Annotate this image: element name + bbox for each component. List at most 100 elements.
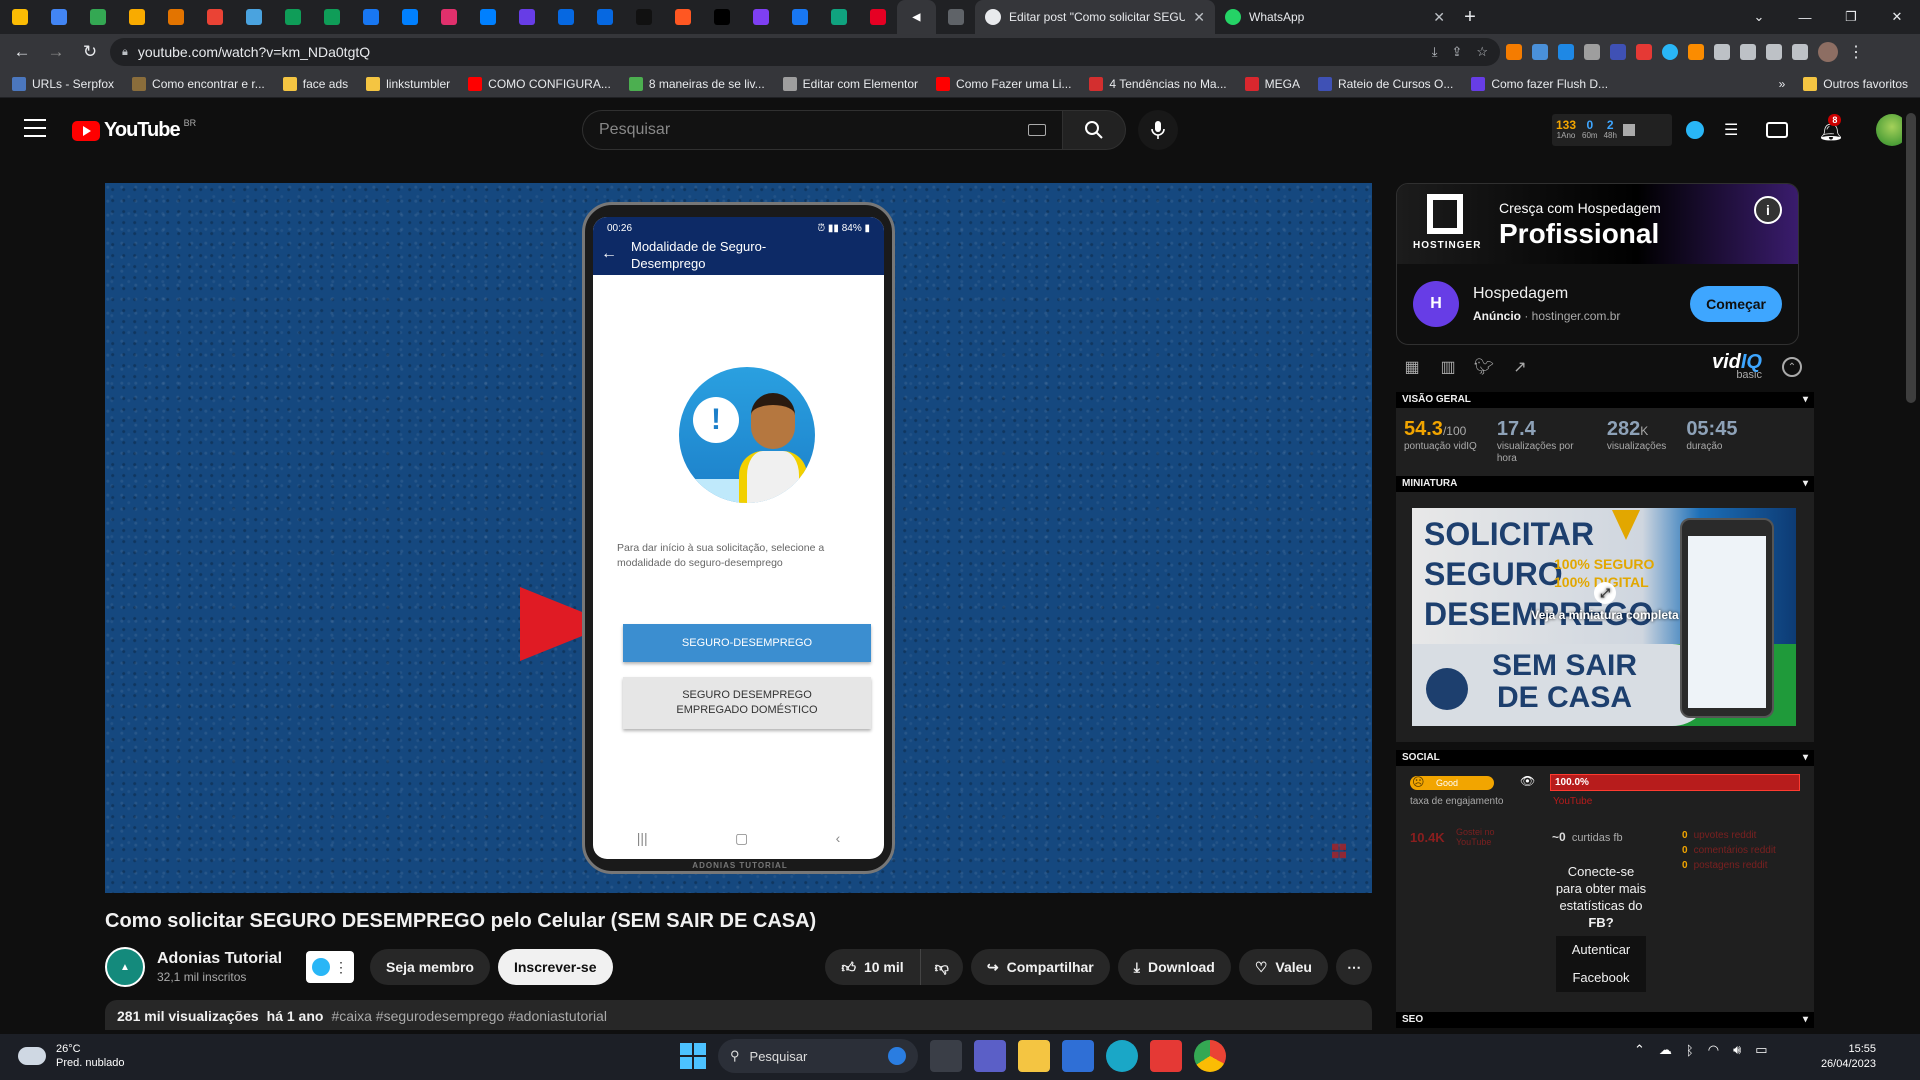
extension-icon[interactable] [1506, 44, 1522, 60]
more-actions-button[interactable]: ⋯ [1336, 949, 1372, 985]
bookmark-item[interactable]: Como encontrar e r... [132, 76, 265, 91]
subscribe-button[interactable]: Inscrever-se [497, 949, 613, 985]
wifi-icon[interactable]: ◠ [1708, 1042, 1719, 1058]
vidiq-extension-icon[interactable] [1662, 44, 1678, 60]
battery-icon[interactable]: ▭ [1755, 1042, 1767, 1058]
bookmark-item[interactable]: MEGA [1244, 76, 1300, 91]
profile-avatar[interactable] [1818, 42, 1838, 62]
notifications-bell[interactable]: 🔔︎ 8 [1818, 113, 1844, 143]
other-bookmarks-folder[interactable]: Outros favoritos [1803, 76, 1908, 91]
teams-icon[interactable] [974, 1040, 1006, 1072]
forward-button[interactable]: → [42, 38, 70, 66]
pinned-tab[interactable] [0, 0, 39, 34]
bookmark-item[interactable]: 4 Tendências no Ma... [1089, 76, 1227, 91]
bookmark-item[interactable]: Rateio de Cursos O... [1317, 76, 1453, 91]
extension-icon[interactable] [1688, 44, 1704, 60]
pinned-tab[interactable] [273, 0, 312, 34]
bookmark-item[interactable]: Editar com Elementor [782, 76, 918, 91]
store-icon[interactable] [1062, 1040, 1094, 1072]
authenticate-facebook-button[interactable]: Autenticar Facebook [1556, 936, 1646, 992]
vidiq-channel-button[interactable]: ⋮ [306, 951, 355, 983]
overview-header[interactable]: VISÃO GERAL ▾ [1396, 392, 1814, 408]
pinned-tab[interactable] [312, 0, 351, 34]
bookmarks-overflow-button[interactable]: » [1779, 77, 1786, 91]
ad-card[interactable]: HOSTINGER Cresça com Hospedagem Profissi… [1396, 183, 1799, 345]
extension-icon[interactable] [1584, 44, 1600, 60]
pinned-tab[interactable] [195, 0, 234, 34]
page-scrollbar[interactable] [1902, 99, 1920, 1034]
hashtags[interactable]: #caixa #segurodesemprego #adoniastutoria… [331, 1008, 607, 1024]
pinned-tab[interactable] [351, 0, 390, 34]
dislike-button[interactable]: 👎︎ [920, 949, 963, 985]
pinned-tab[interactable] [819, 0, 858, 34]
download-button[interactable]: ⤓ Download [1117, 949, 1231, 985]
bar-chart-icon[interactable]: ▥ [1438, 358, 1458, 376]
chrome-icon[interactable] [1194, 1040, 1226, 1072]
grid-icon[interactable]: ▦ [1402, 358, 1422, 376]
menu-icon[interactable]: ⋮ [1848, 42, 1864, 62]
address-bar[interactable]: 🔒︎ youtube.com/watch?v=km_NDa0tgtQ ⤓ ⇪ ☆ [110, 38, 1500, 66]
windows-start-icon[interactable] [680, 1043, 706, 1069]
system-clock[interactable]: 15:55 26/04/2023 [1820, 1042, 1876, 1073]
pinned-tab[interactable] [741, 0, 780, 34]
extension-icon[interactable] [1636, 44, 1652, 60]
pinned-tab[interactable]: ◀ [897, 0, 936, 34]
guide-menu-icon[interactable] [24, 119, 46, 137]
pinned-tab[interactable] [390, 0, 429, 34]
pinned-tab[interactable] [117, 0, 156, 34]
seo-header[interactable]: SEO ▾ [1396, 1012, 1814, 1028]
bookmark-item[interactable]: Como Fazer uma Li... [936, 76, 1071, 91]
ad-banner[interactable]: HOSTINGER Cresça com Hospedagem Profissi… [1397, 184, 1798, 264]
anydesk-icon[interactable] [1150, 1040, 1182, 1072]
lock-icon[interactable]: 🔒︎ [122, 46, 128, 59]
reading-list-icon[interactable] [1740, 44, 1756, 60]
pinned-tab[interactable] [78, 0, 117, 34]
reload-button[interactable]: ↻ [76, 38, 104, 66]
description-box[interactable]: 281 mil visualizações há 1 ano #caixa #s… [105, 1000, 1372, 1030]
pinned-tab[interactable] [702, 0, 741, 34]
pinned-tab[interactable] [39, 0, 78, 34]
ad-cta-button[interactable]: Começar [1690, 286, 1782, 322]
extension-icon[interactable] [1532, 44, 1548, 60]
volume-icon[interactable]: 🔊︎ [1733, 1042, 1741, 1058]
close-icon[interactable]: ✕ [1433, 9, 1445, 26]
edge-icon[interactable] [1106, 1040, 1138, 1072]
bar-chart-icon[interactable] [1622, 124, 1635, 136]
keyboard-icon[interactable] [1028, 124, 1046, 136]
pinned-tab[interactable] [585, 0, 624, 34]
pinned-tab[interactable] [507, 0, 546, 34]
extension-icon[interactable] [1558, 44, 1574, 60]
bookmark-item[interactable]: URLs - Serpfox [12, 76, 114, 91]
list-icon[interactable]: ☰ [1724, 120, 1738, 140]
collapse-chevron-icon[interactable]: ⌃ [1782, 357, 1802, 377]
thumbnail-header[interactable]: MINIATURA ▾ [1396, 476, 1814, 492]
restore-button[interactable]: ❐ [1828, 0, 1874, 34]
search-input[interactable]: Pesquisar [582, 110, 1062, 150]
pinned-tab[interactable] [858, 0, 897, 34]
bluetooth-icon[interactable]: ᛒ [1686, 1043, 1694, 1058]
downloads-icon[interactable] [1766, 44, 1782, 60]
extension-icon[interactable] [1610, 44, 1626, 60]
search-button[interactable] [1062, 110, 1126, 150]
minimize-button[interactable]: — [1782, 0, 1828, 34]
vidiq-toggle-icon[interactable] [1686, 121, 1704, 139]
pinned-tab[interactable] [429, 0, 468, 34]
tab-search-icon[interactable]: ⌄ [1736, 0, 1782, 34]
eye-icon[interactable]: 👁︎ [1520, 774, 1535, 788]
weather-widget[interactable]: 26°C Pred. nublado [18, 1042, 125, 1071]
back-button[interactable]: ← [8, 38, 36, 66]
share-icon[interactable]: ⇪ [1451, 44, 1462, 60]
like-button[interactable]: 👍︎ 10 mil [825, 949, 921, 985]
pinned-tab[interactable] [780, 0, 819, 34]
bookmark-star-icon[interactable]: ☆ [1476, 44, 1488, 60]
tab-editar-post[interactable]: Editar post "Como solicitar SEGU ✕ [975, 0, 1215, 34]
chevron-up-icon[interactable]: ⌃ [1634, 1042, 1645, 1058]
vidiq-channel-stats[interactable]: 133 1Ano 0 60m 2 48h [1552, 114, 1672, 146]
side-panel-icon[interactable] [1792, 44, 1808, 60]
trending-icon[interactable]: ↗ [1510, 358, 1530, 376]
share-button[interactable]: ↪ Compartilhar [970, 949, 1110, 985]
pinned-tab[interactable] [663, 0, 702, 34]
close-window-button[interactable]: ✕ [1874, 0, 1920, 34]
view-full-thumbnail[interactable]: ⤢ Veja a miniatura completa [1396, 582, 1814, 622]
task-view-icon[interactable] [930, 1040, 962, 1072]
